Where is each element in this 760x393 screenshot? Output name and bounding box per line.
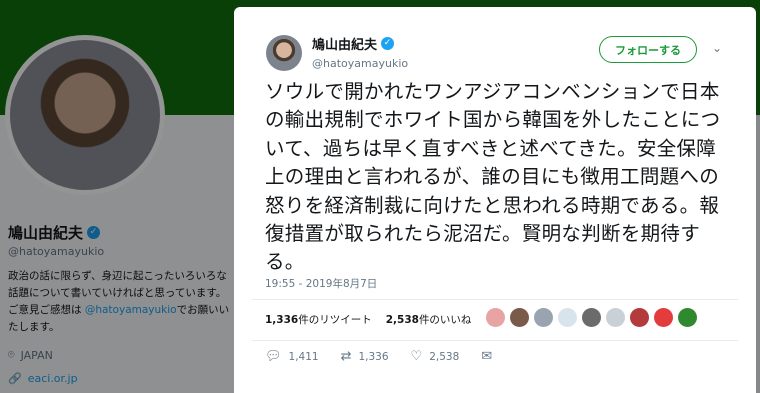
tweet-text: ソウルで開かれたワンアジアコンベンションで日本の輸出規制でホワイト国から韓国を外… <box>265 80 721 274</box>
envelope-icon: ✉ <box>481 349 493 364</box>
reply-button[interactable]: 💬︎ 1,411 <box>265 349 319 364</box>
liker-avatar[interactable] <box>606 308 625 327</box>
divider <box>252 299 738 300</box>
liker-avatar[interactable] <box>630 308 649 327</box>
reply-icon: 💬︎ <box>265 349 282 364</box>
retweet-icon: ⇄ <box>340 349 352 364</box>
liker-avatars <box>486 308 697 327</box>
tweet-timestamp[interactable]: 19:55 - 2019年8月7日 <box>265 276 377 291</box>
author-handle[interactable]: @hatoyamayukio <box>312 57 408 70</box>
like-button[interactable]: ♡ 2,538 <box>411 349 460 364</box>
retweets-stat[interactable]: 1,336件のリツイート <box>265 312 372 327</box>
tweet-author[interactable]: 鳩山由紀夫 ✓ @hatoyamayukio <box>312 34 408 70</box>
chevron-down-icon[interactable]: ⌄ <box>708 39 726 57</box>
tweet-modal: 鳩山由紀夫 ✓ @hatoyamayukio フォローする ⌄ ソウルで開かれた… <box>234 7 756 393</box>
liker-avatar[interactable] <box>678 308 697 327</box>
liker-avatar[interactable] <box>486 308 505 327</box>
tweet-actions: 💬︎ 1,411 ⇄ 1,336 ♡ 2,538 ✉ <box>265 349 514 364</box>
retweet-button[interactable]: ⇄ 1,336 <box>341 349 389 364</box>
follow-button[interactable]: フォローする <box>599 36 697 63</box>
message-button[interactable]: ✉ <box>481 349 492 364</box>
verified-icon: ✓ <box>381 37 395 50</box>
heart-icon: ♡ <box>410 349 423 364</box>
liker-avatar[interactable] <box>654 308 673 327</box>
author-name[interactable]: 鳩山由紀夫 ✓ <box>312 34 408 53</box>
author-avatar[interactable] <box>266 35 302 71</box>
liker-avatar[interactable] <box>558 308 577 327</box>
liker-avatar[interactable] <box>534 308 553 327</box>
liker-avatar[interactable] <box>510 308 529 327</box>
likes-stat[interactable]: 2,538件のいいね <box>386 312 472 327</box>
tweet-stats: 1,336件のリツイート 2,538件のいいね <box>265 312 471 327</box>
divider <box>252 340 738 341</box>
liker-avatar[interactable] <box>582 308 601 327</box>
